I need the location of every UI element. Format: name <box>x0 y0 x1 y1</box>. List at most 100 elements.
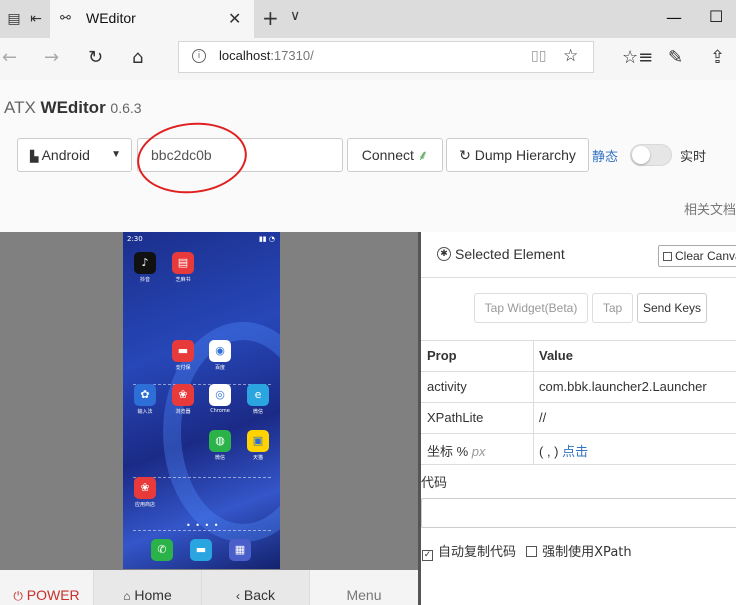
platform-select[interactable]: ▙ Android ▼ <box>17 138 132 172</box>
home-app-icon: ◍ <box>209 430 231 452</box>
back-button[interactable]: ‹ Back <box>202 570 310 605</box>
maximize-icon[interactable]: ☐ <box>709 7 723 26</box>
home-app-icon: ◉ <box>209 340 231 362</box>
home-button[interactable]: ⌂ Home <box>94 570 202 605</box>
weditor-favicon-icon: ⚯ <box>60 11 71 26</box>
table-row: XPathLite // <box>421 403 736 434</box>
connected-leaf-icon: ⸙ <box>417 147 429 163</box>
auto-copy-checkbox[interactable]: ✓ <box>422 550 433 561</box>
tab-aside-icon[interactable]: ⇤ <box>26 9 46 29</box>
power-button[interactable]: ⏻ POWER <box>0 570 94 605</box>
home-app-label: 应用商店 <box>134 502 155 508</box>
tab-close-icon[interactable]: ✕ <box>228 9 241 28</box>
home-app-icon: ▤ <box>172 252 194 274</box>
refresh-icon: ↻ <box>459 147 471 163</box>
device-nav-buttons: ⏻ POWER ⌂ Home ‹ Back Menu <box>0 570 418 605</box>
auto-copy-label: 自动复制代码 <box>438 545 517 560</box>
connect-button[interactable]: Connect ⸙ <box>347 138 443 172</box>
phone-app-icon: ✆ <box>151 539 173 561</box>
menu-button[interactable]: Menu <box>310 570 418 605</box>
home-app-label: 抖音 <box>139 277 150 283</box>
home-app-icon: ✿ <box>134 384 156 406</box>
home-icon[interactable]: ⌂ <box>132 48 143 68</box>
prop-key: 坐标 % px <box>427 444 486 459</box>
device-toolbar: ▙ Android ▼ bbc2dc0b Connect ⸙ ↻ Dump Hi… <box>0 138 736 174</box>
android-icon: ▙ <box>30 151 39 163</box>
force-xpath-label: 强制使用XPath <box>542 545 632 560</box>
prop-value: // <box>539 410 547 425</box>
home-app-label: Chrome <box>210 408 230 414</box>
tab-list-chevron-icon[interactable]: ∨ <box>290 8 300 24</box>
code-label: 代码 <box>421 476 448 491</box>
phone-status-icons: ▮▮ ◔ <box>258 235 275 243</box>
home-app-icon: ❀ <box>134 477 156 499</box>
minimize-icon[interactable]: — <box>666 8 682 27</box>
caret-down-icon: ▼ <box>111 149 121 160</box>
refresh-icon[interactable]: ↻ <box>88 48 103 68</box>
docs-link[interactable]: 相关文档 <box>684 199 736 218</box>
home-app-icon: ❀ <box>172 384 194 406</box>
browser-nav-bar: ← → ↻ ⌂ i localhost:17310/ ▯▯ ☆ ☆≡ ✎ ⇪ <box>0 38 736 80</box>
home-app-label: 芝麻书 <box>175 277 191 283</box>
checkbox-icon <box>663 252 672 261</box>
platform-select-value: Android <box>41 147 90 163</box>
address-bar[interactable]: i localhost:17310/ ▯▯ ☆ <box>178 41 594 73</box>
info-icon[interactable]: i <box>192 49 206 63</box>
device-screenshot[interactable]: 2:30 ▮▮ ◔ • • • • ✆ ▬ ▦ ♪ 抖音 ▤ 芝麻书 ▬ 支付保 ◉ 百度 ✿ 输… <box>123 232 280 569</box>
click-coord-link[interactable]: 点击 <box>562 444 588 459</box>
home-app-label: 百度 <box>214 365 225 371</box>
tab-title: WEditor <box>86 10 136 26</box>
browser-tab[interactable]: ⚯ WEditor ✕ <box>50 0 254 38</box>
send-keys-button[interactable]: Send Keys <box>637 293 707 323</box>
prop-key: XPathLite <box>427 410 484 425</box>
favorites-list-icon[interactable]: ☆≡ <box>622 48 653 68</box>
pen-icon[interactable]: ✎ <box>668 48 683 68</box>
code-textarea[interactable] <box>421 498 736 528</box>
device-screen-pane: 2:30 ▮▮ ◔ • • • • ✆ ▬ ▦ ♪ 抖音 ▤ 芝麻书 ▬ 支付保 ◉ 百度 ✿ 输… <box>0 232 418 570</box>
live-mode-label: 实时 <box>680 150 707 165</box>
phone-time: 2:30 <box>127 235 143 243</box>
share-icon[interactable]: ⇪ <box>710 48 725 68</box>
forward-arrow-icon[interactable]: → <box>44 48 59 68</box>
home-app-label: 输入法 <box>137 409 153 415</box>
code-options: ✓ 自动复制代码 强制使用XPath <box>422 541 632 561</box>
table-row: activity com.bbk.launcher2.Launcher <box>421 372 736 403</box>
home-app-label: 天猫 <box>252 455 263 461</box>
live-mode-toggle[interactable] <box>630 144 672 166</box>
home-app-icon: ♪ <box>134 252 156 274</box>
message-app-icon: ▬ <box>190 539 212 561</box>
clear-canvas-button[interactable]: Clear Canvas <box>658 245 736 267</box>
column-header-value: Value <box>539 348 573 363</box>
prop-value: ( , ) 点击 <box>539 444 589 459</box>
prop-key: activity <box>427 379 467 394</box>
home-app-icon: ◎ <box>209 384 231 406</box>
device-serial-input[interactable]: bbc2dc0b <box>137 138 343 172</box>
page-indicator: • • • • <box>186 521 220 530</box>
panel-title: Selected Element <box>455 246 565 262</box>
column-header-prop: Prop <box>427 348 457 363</box>
home-app-icon: e <box>247 384 269 406</box>
app-brand: ATX WEditor 0.6.3 <box>4 98 142 117</box>
home-app-icon: ▬ <box>172 340 194 362</box>
panel-header: ✱ Selected Element Clear Canvas <box>421 232 736 278</box>
home-app-label: 浏览器 <box>175 409 191 415</box>
tap-widget-button[interactable]: Tap Widget(Beta) <box>474 293 588 323</box>
target-icon: ✱ <box>437 247 451 261</box>
chevron-left-icon: ‹ <box>235 589 240 603</box>
force-xpath-checkbox[interactable] <box>526 546 538 557</box>
power-icon: ⏻ <box>13 589 23 603</box>
app-drawer-icon: ▦ <box>229 539 251 561</box>
home-app-label: 微信 <box>252 409 263 415</box>
dump-hierarchy-button[interactable]: ↻ Dump Hierarchy <box>446 138 589 172</box>
home-app-label: 微信 <box>214 455 225 461</box>
back-arrow-icon[interactable]: ← <box>2 48 17 68</box>
favorite-star-icon[interactable]: ☆ <box>563 46 578 66</box>
home-app-icon: ▣ <box>247 430 269 452</box>
tab-actions-icon[interactable]: ▤ <box>4 9 24 29</box>
properties-table: Prop Value activity com.bbk.launcher2.La… <box>421 340 736 465</box>
reading-view-icon[interactable]: ▯▯ <box>531 48 546 64</box>
tap-button[interactable]: Tap <box>592 293 633 323</box>
static-mode-label: 静态 <box>592 150 619 165</box>
table-row: 坐标 % px ( , ) 点击 <box>421 434 736 465</box>
new-tab-icon[interactable]: + <box>262 6 279 30</box>
